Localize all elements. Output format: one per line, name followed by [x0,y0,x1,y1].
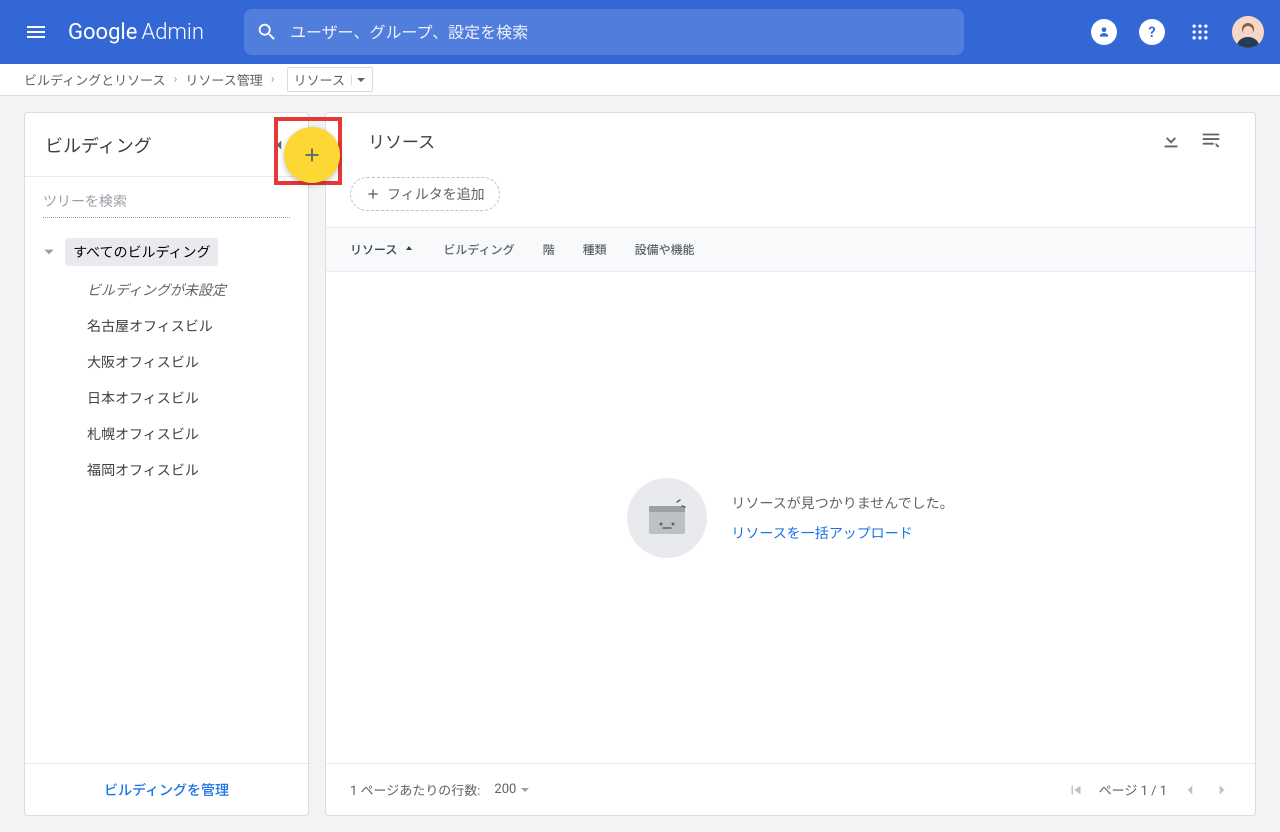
logo-google-text: Google [68,20,137,45]
building-tree: すべてのビルディング ビルディングが未設定 名古屋オフィスビル 大阪オフィスビル… [25,226,308,494]
main-menu-button[interactable] [12,8,60,56]
tree-item[interactable]: 福岡オフィスビル [25,452,308,488]
list-settings-icon [1200,129,1222,151]
th-resource-label: リソース [350,241,397,258]
plus-icon [301,144,323,166]
rows-per-page-value: 200 [494,782,516,797]
fab-highlight-box [274,117,342,185]
building-panel: ビルディング ツリーを検索 すべてのビルディング ビルディングが未設定 名古屋オ… [24,112,309,816]
breadcrumb-item-0[interactable]: ビルディングとリソース [24,70,165,89]
tree-root-label[interactable]: すべてのビルディング [65,238,218,266]
tree-search-input[interactable]: ツリーを検索 [43,191,290,218]
building-panel-title: ビルディング [45,132,270,158]
main-area: ビルディング ツリーを検索 すべてのビルディング ビルディングが未設定 名古屋オ… [0,96,1280,832]
logo[interactable]: Google Admin [68,20,204,45]
add-filter-chip[interactable]: フィルタを追加 [350,177,500,211]
logo-admin-text: Admin [141,20,204,45]
column-settings-button[interactable] [1191,120,1231,160]
th-resource[interactable]: リソース [350,241,415,258]
rows-per-page-select[interactable]: 200 [494,782,530,797]
tree-item[interactable]: ビルディングが未設定 [25,272,308,308]
manage-buildings-link[interactable]: ビルディングを管理 [104,780,229,800]
plus-icon [365,186,381,202]
th-building[interactable]: ビルディング [443,241,514,258]
page-indicator: ページ 1 / 1 [1099,780,1167,799]
breadcrumb-sep-icon: › [271,72,275,87]
tree-root: すべてのビルディング [25,232,308,272]
apps-grid-icon [1190,22,1210,42]
chevron-right-icon [1213,781,1231,799]
rows-per-page: 1 ページあたりの行数: 200 [350,780,530,799]
breadcrumb-current-dropdown[interactable]: リソース [287,67,373,92]
hamburger-icon [24,20,48,44]
empty-state: リソースが見つかりませんでした。 リソースを一括アップロード [326,272,1255,763]
expand-toggle[interactable] [43,246,55,258]
tree-item[interactable]: 大阪オフィスビル [25,344,308,380]
account-info-button[interactable] [1084,12,1124,52]
search-icon [256,21,278,43]
th-features[interactable]: 設備や機能 [635,241,695,258]
add-filter-label: フィルタを追加 [387,184,485,204]
help-icon: ? [1139,19,1165,45]
chevron-down-icon [351,75,366,85]
tree-item[interactable]: 日本オフィスビル [25,380,308,416]
download-icon [1160,129,1182,151]
empty-text: リソースが見つかりませんでした。 リソースを一括アップロード [731,493,953,543]
sort-asc-icon [403,244,415,256]
help-button[interactable]: ? [1132,12,1172,52]
building-panel-footer: ビルディングを管理 [25,763,308,815]
chevron-left-icon [1181,781,1199,799]
apps-button[interactable] [1180,12,1220,52]
breadcrumb: ビルディングとリソース › リソース管理 › リソース [0,64,1280,96]
account-badge-icon [1091,19,1117,45]
breadcrumb-sep-icon: › [173,72,177,87]
tree-item[interactable]: 名古屋オフィスビル [25,308,308,344]
chevron-down-icon [520,785,530,795]
triangle-down-icon [43,246,55,258]
profile-button[interactable] [1228,12,1268,52]
pager: ページ 1 / 1 [1067,780,1231,799]
table-footer: 1 ページあたりの行数: 200 ページ 1 / 1 [326,763,1255,815]
search-input[interactable] [290,23,952,42]
search-container[interactable] [244,9,964,55]
table-header: リソース ビルディング 階 種類 設備や機能 [326,228,1255,272]
rows-per-page-label: 1 ページあたりの行数: [350,780,480,799]
next-page-button[interactable] [1213,781,1231,799]
breadcrumb-current-label: リソース [294,70,345,89]
bulk-upload-link[interactable]: リソースを一括アップロード [731,523,953,543]
resource-panel: リソース フィルタを追加 リソース ビルディング 階 種類 設備や機能 [325,112,1256,816]
add-resource-fab[interactable] [284,127,340,183]
empty-box-icon [627,478,707,558]
app-header: Google Admin ? [0,0,1280,64]
header-right: ? [1084,12,1268,52]
tree-item[interactable]: 札幌オフィスビル [25,416,308,452]
building-panel-header: ビルディング [25,113,308,177]
first-page-button[interactable] [1067,781,1085,799]
first-page-icon [1067,781,1085,799]
avatar [1232,16,1264,48]
download-button[interactable] [1151,120,1191,160]
filter-row: フィルタを追加 [326,167,1255,228]
resource-panel-title: リソース [368,128,1151,153]
th-floor[interactable]: 階 [543,241,555,258]
empty-message: リソースが見つかりませんでした。 [731,493,953,513]
prev-page-button[interactable] [1181,781,1199,799]
resource-panel-header: リソース [326,113,1255,167]
th-type[interactable]: 種類 [583,241,607,258]
breadcrumb-item-1[interactable]: リソース管理 [185,70,262,89]
